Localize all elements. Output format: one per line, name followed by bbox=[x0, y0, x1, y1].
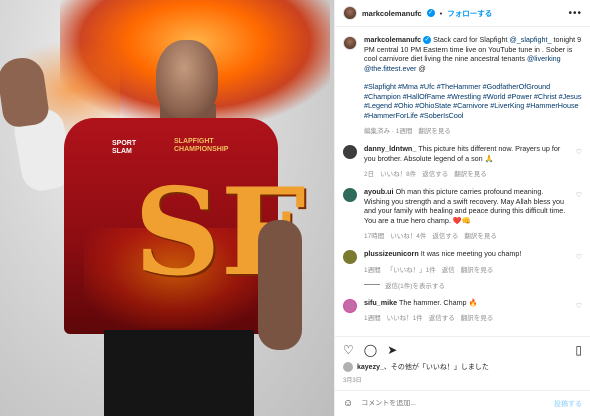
comment-item: ayoub.ui Oh man this picture carries pro… bbox=[343, 187, 582, 240]
action-bar: ♡ ◯ ➤ ▯ bbox=[335, 336, 590, 362]
commenter-username[interactable]: plussizeunicorn bbox=[364, 249, 419, 258]
bookmark-icon[interactable]: ▯ bbox=[575, 343, 582, 357]
instagram-post: SF SPORT SLAM SLAPFIGHT CHAMPIONSHIP mar… bbox=[0, 0, 590, 416]
comment-icon[interactable]: ◯ bbox=[364, 343, 377, 357]
sponsor-patch: SPORT SLAM bbox=[112, 140, 137, 155]
comment-time: 1週間 bbox=[364, 266, 381, 274]
separator-dot: • bbox=[439, 8, 443, 18]
comment-meta: 17時間 いいね！4件 返信する 翻訳を見る bbox=[364, 230, 569, 240]
replies-line bbox=[364, 284, 380, 285]
emoji-icon[interactable]: ☺ bbox=[343, 398, 353, 409]
likes-summary: kayezy_、その他が「いいね！」しました bbox=[335, 362, 590, 372]
comment-time: 1週間 bbox=[364, 315, 381, 322]
author-username[interactable]: markcolemanufc bbox=[362, 9, 422, 18]
commenter-username[interactable]: danny_ldntwn_ bbox=[364, 144, 416, 153]
translate-link[interactable]: 翻訳を見る bbox=[454, 168, 487, 178]
comment-time: 17時間 bbox=[364, 233, 385, 240]
comments-scroll[interactable]: markcolemanufc ✓ Stack card for Slapfigh… bbox=[335, 27, 590, 336]
comment-text: It was nice meeting you champ! bbox=[420, 249, 522, 258]
commenter-avatar[interactable] bbox=[343, 298, 357, 313]
comment-heart-icon[interactable]: ♡ bbox=[576, 253, 582, 261]
shirt-brand-text: SLAPFIGHT CHAMPIONSHIP bbox=[174, 138, 229, 153]
comment-heart-icon[interactable]: ♡ bbox=[576, 302, 582, 310]
liker-username[interactable]: kayezy_ bbox=[357, 364, 384, 371]
pants bbox=[104, 330, 254, 416]
translate-link[interactable]: 翻訳を見る bbox=[418, 125, 451, 135]
comment-item: sifu_mike The hammer. Champ 🔥 1週間 いいね！1件… bbox=[343, 297, 582, 322]
comment-text: Oh man this picture carries profound mea… bbox=[364, 187, 566, 225]
comment-input[interactable] bbox=[361, 400, 546, 407]
comment-meta: 2日 いいね！8件 返信する 翻訳を見る bbox=[364, 168, 569, 178]
mention-link[interactable]: @the.fittest.ever bbox=[364, 64, 416, 73]
comment-heart-icon[interactable]: ♡ bbox=[576, 191, 582, 199]
reply-button[interactable]: 返信 bbox=[442, 264, 455, 274]
liker-avatar[interactable] bbox=[343, 362, 353, 372]
commenter-avatar[interactable] bbox=[343, 250, 357, 264]
reply-button[interactable]: 返信する bbox=[422, 168, 448, 178]
mention-link[interactable]: @liverking bbox=[527, 54, 561, 63]
sf-logo: SF bbox=[134, 162, 306, 303]
post-photo[interactable]: SF SPORT SLAM SLAPFIGHT CHAMPIONSHIP bbox=[0, 0, 334, 416]
reply-button[interactable]: 返信する bbox=[432, 230, 458, 240]
translate-link[interactable]: 翻訳を見る bbox=[464, 230, 497, 240]
caption-text-part: Stack card for Slapfight bbox=[433, 35, 510, 44]
commenter-username[interactable]: ayoub.ui bbox=[364, 187, 394, 196]
commenter-avatar[interactable] bbox=[343, 145, 357, 159]
commenter-username[interactable]: sifu_mike bbox=[364, 298, 397, 307]
comment-likes[interactable]: いいね！1件 bbox=[387, 312, 423, 322]
reply-button[interactable]: 返信する bbox=[429, 312, 455, 322]
post-header: markcolemanufc ✓ • フォローする ••• bbox=[335, 0, 590, 27]
translate-link[interactable]: 翻訳を見る bbox=[461, 264, 494, 274]
comment-likes[interactable]: いいね！8件 bbox=[380, 168, 416, 178]
comment-bar: ☺ 投稿する bbox=[335, 390, 590, 416]
comment-heart-icon[interactable]: ♡ bbox=[576, 148, 582, 156]
post-date: 3月3日 bbox=[343, 378, 362, 384]
caption-meta: 編集済み · 1週間 翻訳を見る bbox=[364, 125, 582, 135]
comment-item: plussizeunicorn It was nice meeting you … bbox=[343, 249, 582, 290]
author-avatar[interactable] bbox=[343, 6, 357, 20]
more-options-icon[interactable]: ••• bbox=[568, 8, 582, 19]
red-shirt: SF SPORT SLAM SLAPFIGHT CHAMPIONSHIP bbox=[64, 118, 306, 334]
comment-text: The hammer. Champ 🔥 bbox=[399, 297, 478, 307]
caption-text: markcolemanufc ✓ Stack card for Slapfigh… bbox=[364, 35, 582, 73]
verified-badge-icon: ✓ bbox=[426, 9, 435, 17]
post-sidebar: markcolemanufc ✓ • フォローする ••• markcolema… bbox=[334, 0, 590, 416]
commenter-avatar[interactable] bbox=[343, 188, 357, 202]
caption-username[interactable]: markcolemanufc bbox=[364, 35, 421, 44]
head bbox=[156, 40, 218, 118]
view-replies-button[interactable]: 返信(1件)を表示する bbox=[364, 280, 569, 290]
edited-time: 編集済み · 1週間 bbox=[364, 128, 413, 135]
right-arm bbox=[258, 220, 302, 350]
caption-text-part: @ bbox=[416, 63, 426, 73]
comment-meta: 1週間 いいね！1件 返信する 翻訳を見る bbox=[364, 312, 569, 322]
follow-button[interactable]: フォローする bbox=[447, 8, 492, 19]
translate-link[interactable]: 翻訳を見る bbox=[461, 312, 494, 322]
hashtags[interactable]: #Slapfight #Mma #Ufc #TheHammer #Godfath… bbox=[364, 82, 582, 120]
comment-item: danny_ldntwn_ This picture hits differen… bbox=[343, 144, 582, 178]
comment-meta: 1週間 「いいね！」1件 返信 翻訳を見る bbox=[364, 264, 569, 274]
share-icon[interactable]: ➤ bbox=[387, 343, 397, 357]
caption-avatar[interactable] bbox=[343, 36, 357, 50]
mention-link[interactable]: @_slapfight_ bbox=[509, 35, 551, 44]
caption: markcolemanufc ✓ Stack card for Slapfigh… bbox=[343, 35, 582, 135]
comment-likes[interactable]: いいね！4件 bbox=[390, 230, 426, 240]
view-replies-label[interactable]: 返信(1件)を表示する bbox=[385, 280, 445, 290]
post-comment-button[interactable]: 投稿する bbox=[554, 399, 582, 409]
verified-badge-icon: ✓ bbox=[423, 36, 432, 45]
heart-icon[interactable]: ♡ bbox=[343, 343, 354, 357]
comment-likes[interactable]: 「いいね！」1件 bbox=[387, 264, 436, 274]
comment-time: 2日 bbox=[364, 171, 375, 178]
likes-suffix[interactable]: 、その他が「いいね！」しました bbox=[384, 364, 489, 371]
